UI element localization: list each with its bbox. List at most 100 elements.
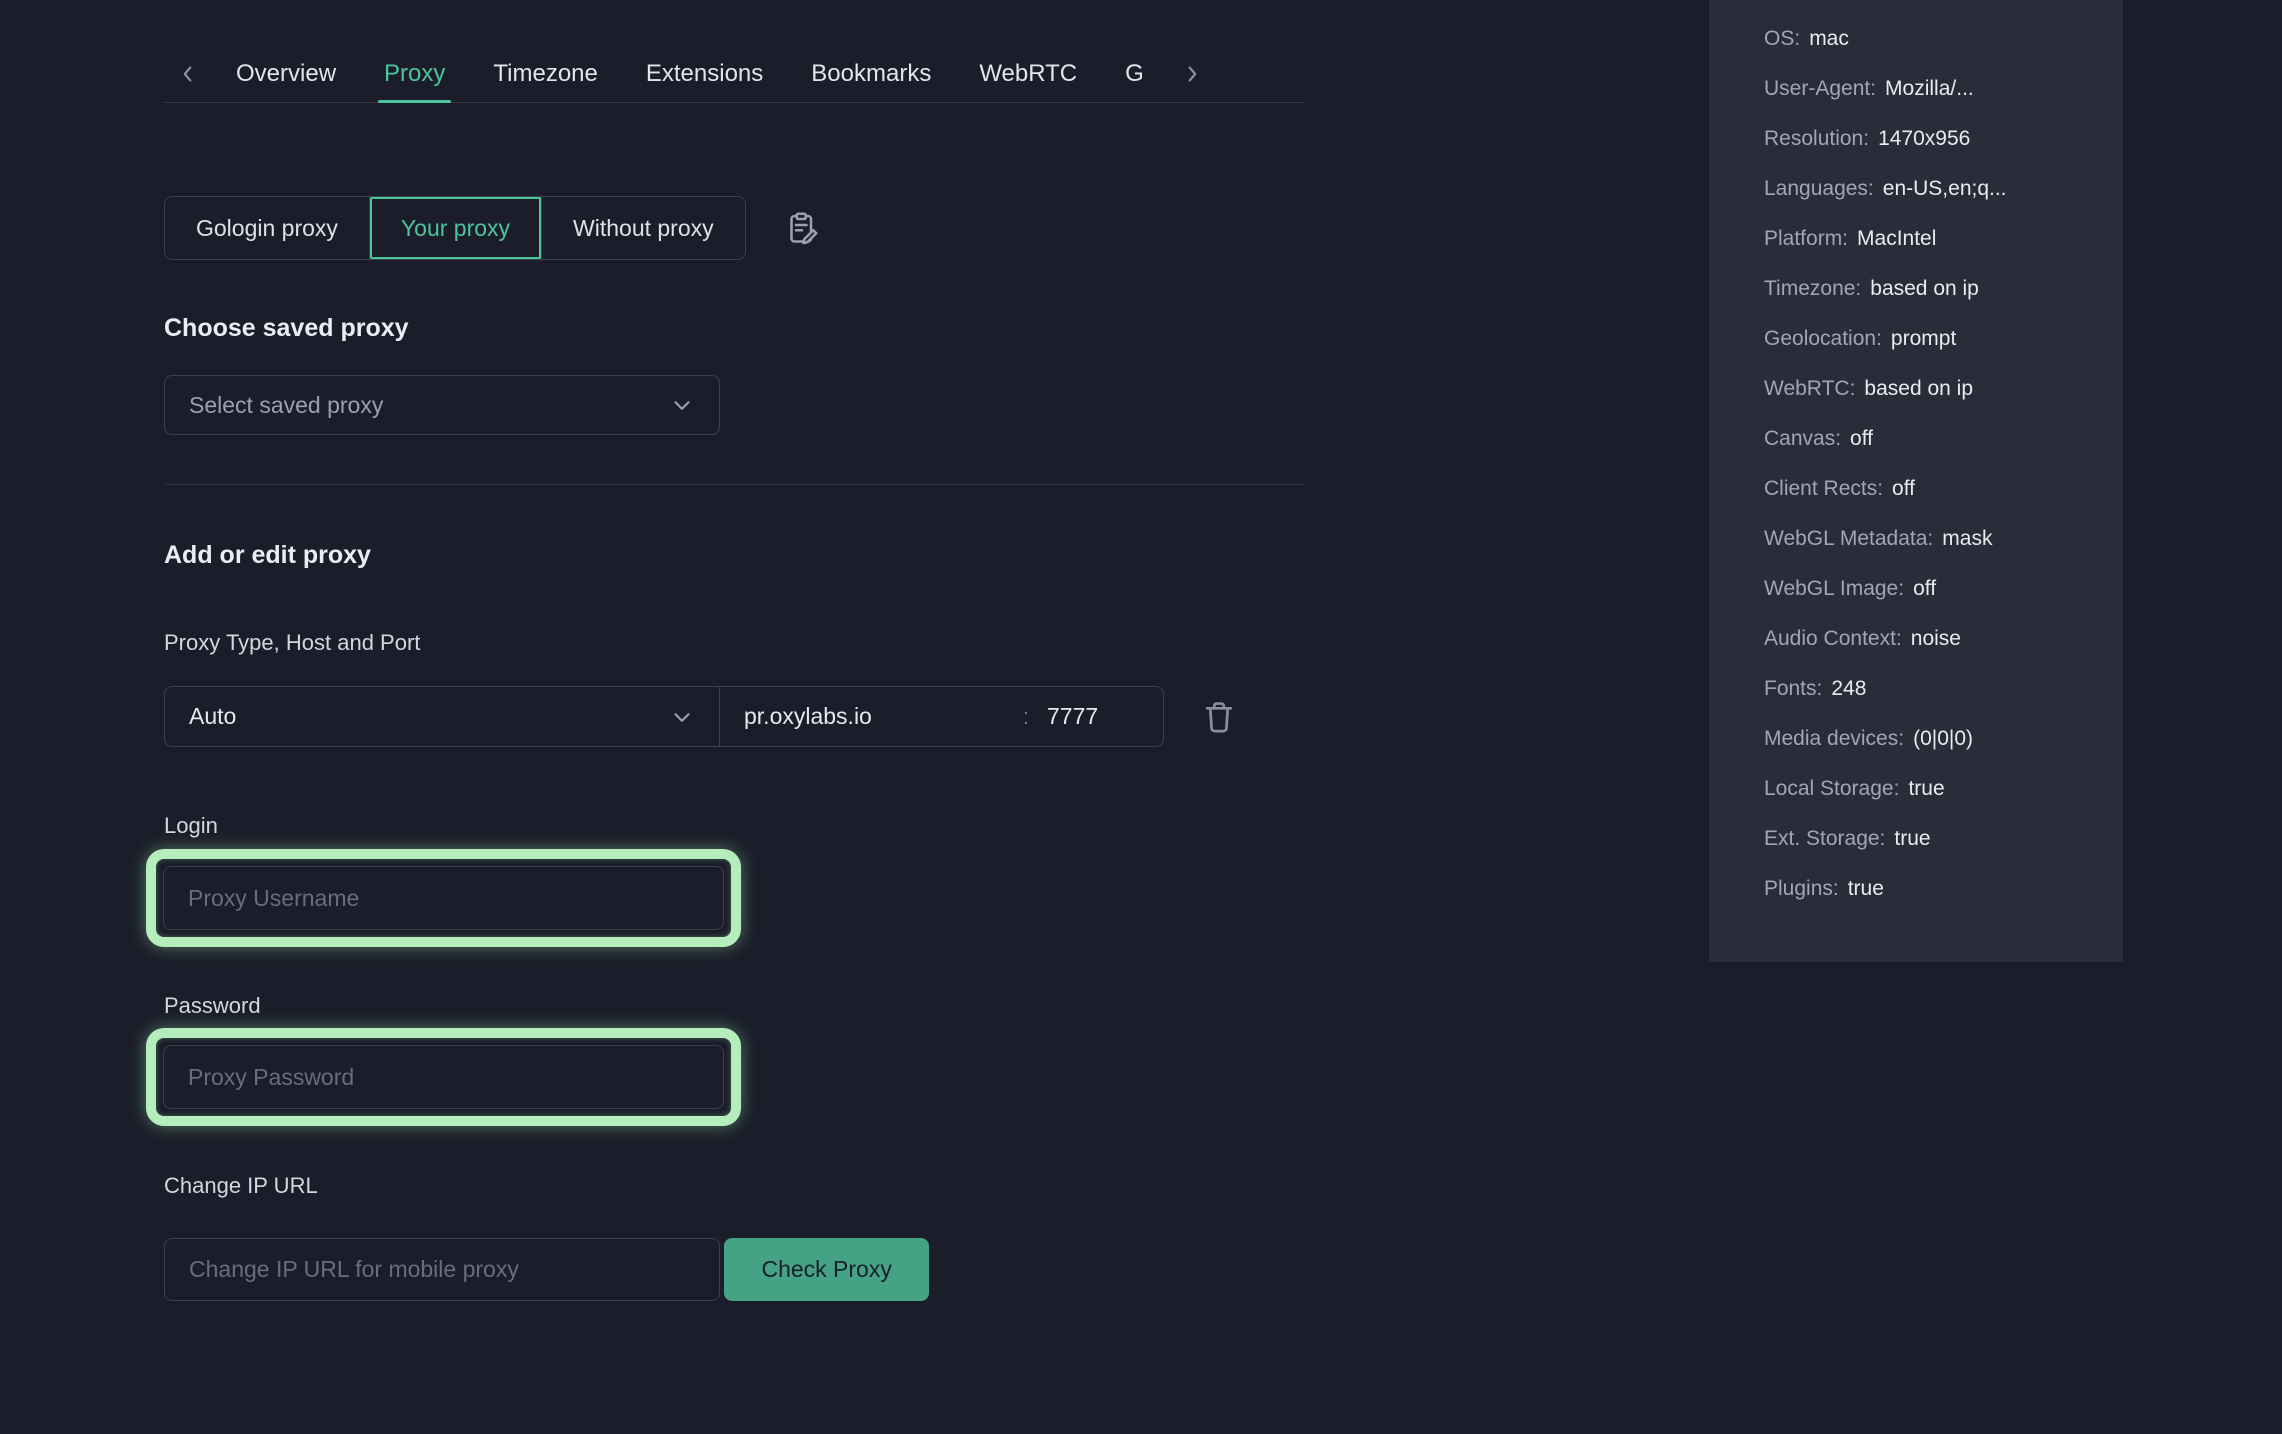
summary-row-platform: Platform: MacIntel xyxy=(1764,214,2123,264)
login-label: Login xyxy=(164,813,1305,839)
summary-label: Resolution: xyxy=(1764,127,1869,151)
proxy-mode-row: Gologin proxy Your proxy Without proxy xyxy=(164,196,1305,260)
summary-row-webgl-image: WebGL Image: off xyxy=(1764,564,2123,614)
check-proxy-button[interactable]: Check Proxy xyxy=(724,1238,928,1301)
password-highlight-annotation xyxy=(146,1028,741,1126)
summary-label: Media devices: xyxy=(1764,727,1904,751)
tab-timezone[interactable]: Timezone xyxy=(469,46,621,102)
proxy-mode-segmented-control: Gologin proxy Your proxy Without proxy xyxy=(164,196,746,260)
tab-overview[interactable]: Overview xyxy=(212,46,360,102)
proxy-mode-gologin-button[interactable]: Gologin proxy xyxy=(165,197,370,259)
summary-row-resolution: Resolution: 1470x956 xyxy=(1764,114,2123,164)
choose-saved-proxy-heading: Choose saved proxy xyxy=(164,314,1305,343)
chevron-left-icon xyxy=(177,63,199,85)
summary-value: (0|0|0) xyxy=(1913,727,1973,751)
proxy-mode-your-proxy-button[interactable]: Your proxy xyxy=(370,197,542,259)
summary-label: Client Rects: xyxy=(1764,477,1883,501)
profile-settings-content: Overview Proxy Timezone Extensions Bookm… xyxy=(164,0,1305,1301)
section-divider xyxy=(164,484,1305,485)
summary-value: true xyxy=(1848,877,1884,901)
summary-value: Mozilla/... xyxy=(1885,77,1974,101)
type-host-port-label: Proxy Type, Host and Port xyxy=(164,630,1305,656)
summary-label: Fonts: xyxy=(1764,677,1822,701)
summary-value: based on ip xyxy=(1864,377,1973,401)
proxy-username-input[interactable] xyxy=(163,866,724,930)
summary-row-webgl-metadata: WebGL Metadata: mask xyxy=(1764,514,2123,564)
summary-row-webrtc: WebRTC: based on ip xyxy=(1764,364,2123,414)
tab-bookmarks[interactable]: Bookmarks xyxy=(787,46,955,102)
summary-label: Languages: xyxy=(1764,177,1874,201)
proxy-mode-without-proxy-button[interactable]: Without proxy xyxy=(542,197,745,259)
summary-row-canvas: Canvas: off xyxy=(1764,414,2123,464)
summary-row-local-storage: Local Storage: true xyxy=(1764,764,2123,814)
host-port-separator: : xyxy=(1023,704,1029,730)
summary-label: Plugins: xyxy=(1764,877,1839,901)
tab-geolocation-truncated[interactable]: G xyxy=(1101,46,1168,102)
proxy-host-input[interactable] xyxy=(744,703,1015,730)
summary-value: en-US,en;q... xyxy=(1883,177,2007,201)
tab-extensions[interactable]: Extensions xyxy=(622,46,787,102)
profile-summary-panel: OS: mac User-Agent: Mozilla/... Resolution… xyxy=(1709,0,2123,962)
summary-row-client-rects: Client Rects: off xyxy=(1764,464,2123,514)
tab-webrtc[interactable]: WebRTC xyxy=(955,46,1101,102)
summary-label: Canvas: xyxy=(1764,427,1841,451)
summary-value: mask xyxy=(1942,527,1992,551)
summary-value: off xyxy=(1913,577,1936,601)
summary-value: true xyxy=(1894,827,1930,851)
summary-label: Ext. Storage: xyxy=(1764,827,1885,851)
chevron-down-icon xyxy=(669,392,695,418)
summary-value: 248 xyxy=(1831,677,1866,701)
tabs-scroll-left-button[interactable] xyxy=(164,52,212,96)
add-or-edit-proxy-heading: Add or edit proxy xyxy=(164,541,1305,570)
paste-proxy-button[interactable] xyxy=(784,210,820,246)
password-label: Password xyxy=(164,993,1305,1019)
tabs-scroll-right-button[interactable] xyxy=(1168,52,1216,96)
clipboard-edit-icon xyxy=(784,210,820,246)
summary-row-geolocation: Geolocation: prompt xyxy=(1764,314,2123,364)
summary-label: WebGL Metadata: xyxy=(1764,527,1933,551)
summary-label: WebGL Image: xyxy=(1764,577,1904,601)
summary-label: Timezone: xyxy=(1764,277,1861,301)
summary-label: WebRTC: xyxy=(1764,377,1855,401)
summary-row-fonts: Fonts: 248 xyxy=(1764,664,2123,714)
summary-label: User-Agent: xyxy=(1764,77,1876,101)
summary-value: 1470x956 xyxy=(1878,127,1970,151)
summary-row-user-agent: User-Agent: Mozilla/... xyxy=(1764,64,2123,114)
type-host-port-row: Auto : xyxy=(164,686,1305,747)
summary-row-os: OS: mac xyxy=(1764,14,2123,64)
delete-proxy-button[interactable] xyxy=(1200,698,1238,736)
summary-row-timezone: Timezone:based on ip xyxy=(1764,264,2123,314)
summary-value: prompt xyxy=(1891,327,1956,351)
change-ip-url-input[interactable] xyxy=(164,1238,720,1301)
chevron-right-icon xyxy=(1181,63,1203,85)
summary-value: off xyxy=(1850,427,1873,451)
change-ip-url-label: Change IP URL xyxy=(164,1173,1305,1199)
chevron-down-icon xyxy=(669,704,695,730)
summary-label: Platform: xyxy=(1764,227,1848,251)
summary-row-media-devices: Media devices: (0|0|0) xyxy=(1764,714,2123,764)
login-highlight-annotation xyxy=(146,849,741,947)
summary-label: OS: xyxy=(1764,27,1800,51)
summary-label: Geolocation: xyxy=(1764,327,1882,351)
summary-row-ext-storage: Ext. Storage: true xyxy=(1764,814,2123,864)
saved-proxy-select-placeholder: Select saved proxy xyxy=(189,392,383,419)
proxy-port-input[interactable] xyxy=(1047,703,1139,730)
proxy-password-input[interactable] xyxy=(163,1045,724,1109)
summary-row-audio-context: Audio Context: noise xyxy=(1764,614,2123,664)
summary-value: true xyxy=(1908,777,1944,801)
summary-value: mac xyxy=(1809,27,1849,51)
summary-value: MacIntel xyxy=(1857,227,1936,251)
summary-value: noise xyxy=(1911,627,1961,651)
proxy-type-value: Auto xyxy=(189,703,236,730)
saved-proxy-select[interactable]: Select saved proxy xyxy=(164,375,720,435)
summary-label: Local Storage: xyxy=(1764,777,1899,801)
summary-value: off xyxy=(1892,477,1915,501)
summary-row-plugins: Plugins: true xyxy=(1764,864,2123,914)
proxy-type-select[interactable]: Auto xyxy=(164,686,720,747)
host-port-group: : xyxy=(720,686,1164,747)
summary-label: Audio Context: xyxy=(1764,627,1902,651)
summary-row-languages: Languages: en-US,en;q... xyxy=(1764,164,2123,214)
settings-tabbar: Overview Proxy Timezone Extensions Bookm… xyxy=(164,46,1305,103)
tab-proxy[interactable]: Proxy xyxy=(360,46,469,102)
trash-icon xyxy=(1200,698,1238,736)
